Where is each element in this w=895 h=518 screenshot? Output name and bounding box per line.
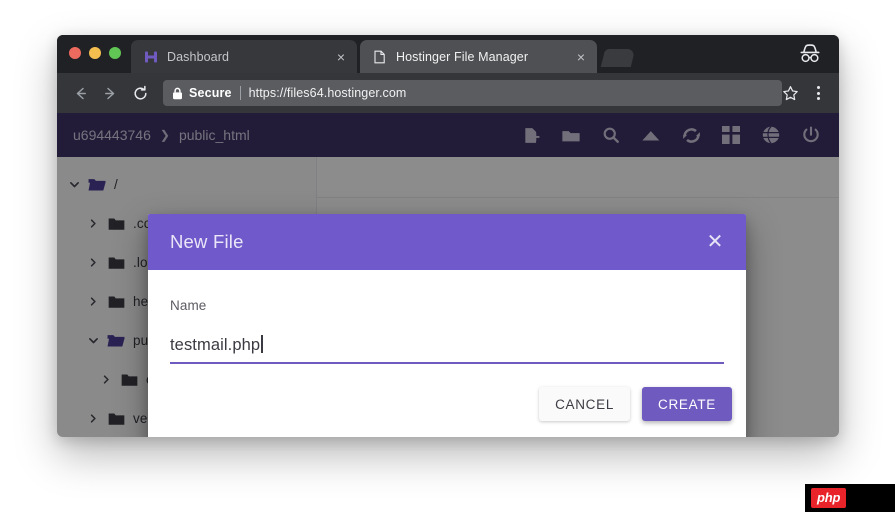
close-tab-icon[interactable]: ×	[333, 49, 349, 65]
browser-window: Dashboard × Hostinger File Manager × Sec…	[57, 35, 839, 437]
close-icon[interactable]: ✕	[702, 229, 728, 255]
name-input[interactable]: testmail.php	[170, 335, 724, 364]
dialog-header: New File ✕	[148, 214, 746, 270]
lock-icon	[172, 87, 183, 100]
new-file-dialog: New File ✕ Name testmail.php CANCEL CREA…	[148, 214, 746, 437]
back-button[interactable]	[67, 80, 93, 106]
php-logo: php	[811, 488, 847, 508]
create-button[interactable]: CREATE	[642, 387, 732, 421]
tab-title: Hostinger File Manager	[396, 49, 529, 64]
browser-menu-icon[interactable]	[807, 86, 829, 100]
dialog-body: Name testmail.php	[148, 270, 746, 364]
cancel-button[interactable]: CANCEL	[539, 387, 631, 421]
bookmark-star-icon[interactable]	[782, 85, 799, 102]
security-status-label: Secure	[189, 86, 232, 100]
tab-dashboard[interactable]: Dashboard ×	[131, 40, 357, 73]
php-watermark: php	[805, 484, 895, 512]
tab-title: Dashboard	[167, 49, 230, 64]
forward-button[interactable]	[97, 80, 123, 106]
dialog-footer: CANCEL CREATE	[148, 364, 746, 437]
incognito-icon	[795, 41, 825, 67]
hostinger-h-icon	[143, 49, 158, 64]
maximize-window-button[interactable]	[109, 47, 121, 59]
omnibox-divider	[239, 86, 241, 100]
dialog-title: New File	[170, 231, 244, 252]
text-caret	[261, 335, 263, 353]
name-input-value: testmail.php	[170, 336, 261, 354]
tab-hostinger-file-manager[interactable]: Hostinger File Manager ×	[360, 40, 597, 73]
new-tab-button[interactable]	[600, 49, 636, 67]
address-bar-url: https://files64.hostinger.com	[248, 86, 407, 100]
name-field-label: Name	[170, 298, 207, 313]
file-manager-app: u694443746 ❯ public_html / .con .log hel…	[57, 113, 839, 437]
close-window-button[interactable]	[69, 47, 81, 59]
page-icon	[372, 49, 387, 64]
window-traffic-lights	[69, 47, 121, 59]
address-bar[interactable]: Secure https://files64.hostinger.com	[163, 80, 782, 106]
minimize-window-button[interactable]	[89, 47, 101, 59]
close-tab-icon[interactable]: ×	[573, 49, 589, 65]
browser-tabstrip: Dashboard × Hostinger File Manager ×	[57, 35, 839, 73]
browser-toolbar: Secure https://files64.hostinger.com	[57, 73, 839, 113]
reload-button[interactable]	[127, 80, 153, 106]
